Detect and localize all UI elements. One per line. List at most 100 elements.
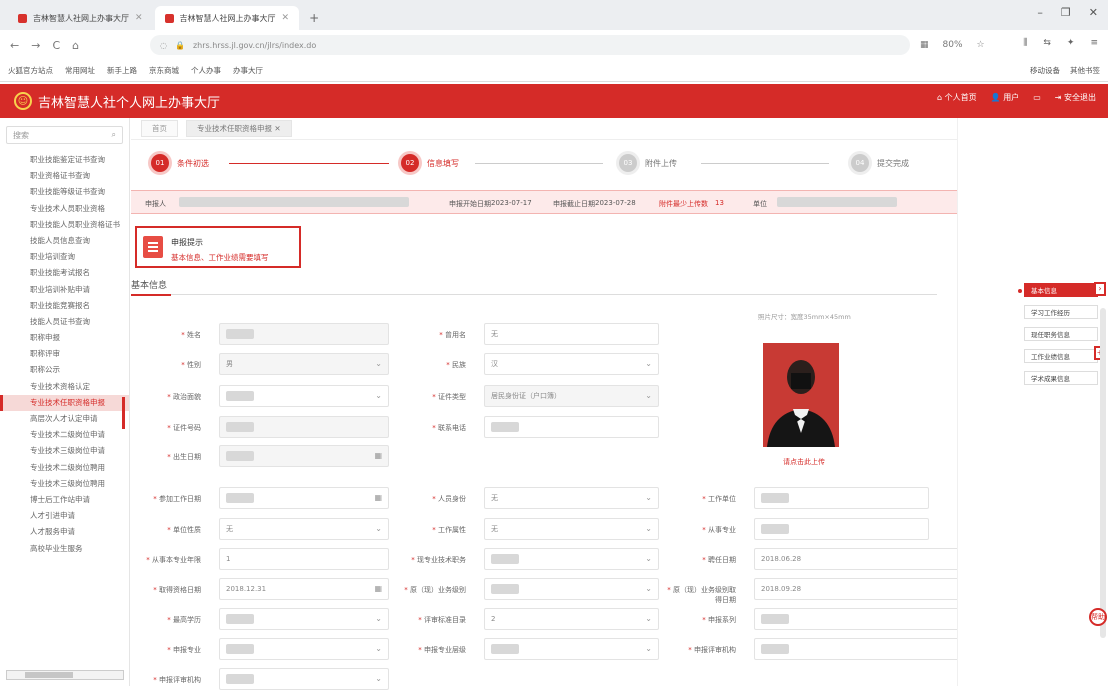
application-tip-card[interactable]: 申报提示 基本信息、工作业绩需要填写 xyxy=(135,226,301,268)
sync-icon[interactable]: ⇆ xyxy=(1043,38,1051,48)
current-title-field[interactable]: ⌄ xyxy=(484,548,659,570)
menu-icon[interactable]: ≡ xyxy=(1090,38,1098,48)
bookmark-star-icon[interactable]: ☆ xyxy=(977,40,985,50)
sidebar-item[interactable]: 人才引进申请 xyxy=(0,508,129,524)
sidebar-item[interactable]: 职业资格证书查询 xyxy=(0,168,129,184)
search-icon[interactable]: ⌕ xyxy=(112,130,116,140)
sidebar-item[interactable]: 技能人员证书查询 xyxy=(0,314,129,330)
sidebar-item[interactable]: 职称申报 xyxy=(0,330,129,346)
sidebar-search[interactable]: 搜索 ⌕ xyxy=(6,126,123,144)
anchor-achievements[interactable]: 工作业绩信息 xyxy=(1024,349,1098,363)
calendar-icon[interactable]: ▦ xyxy=(374,493,382,502)
tab-application[interactable]: 专业技术任职资格申报 ✕ xyxy=(186,120,292,137)
vertical-scrollbar[interactable] xyxy=(1100,308,1106,638)
chevron-down-icon[interactable]: ⌄ xyxy=(645,614,652,623)
id-number-field[interactable] xyxy=(219,416,389,438)
message-icon[interactable]: ▭ xyxy=(1033,93,1041,102)
bookmark-item[interactable]: 常用网址 xyxy=(65,65,95,76)
chevron-down-icon[interactable]: ⌄ xyxy=(375,644,382,653)
sidebar-item[interactable]: 博士后工作站申请 xyxy=(0,492,129,508)
zoom-level[interactable]: 80% xyxy=(943,40,963,50)
chevron-down-icon[interactable]: ⌄ xyxy=(375,359,382,368)
extension-icon[interactable]: ✦ xyxy=(1067,38,1075,48)
education-field[interactable]: ⌄ xyxy=(219,608,389,630)
sidebar-item[interactable]: 职称公示 xyxy=(0,362,129,378)
back-arrow-icon[interactable]: ← xyxy=(10,39,19,52)
home-icon[interactable]: ⌂ xyxy=(72,39,79,52)
user-menu[interactable]: 👤 用户 xyxy=(991,92,1020,103)
qr-icon[interactable]: ▦ xyxy=(920,40,929,50)
chevron-down-icon[interactable]: ⌄ xyxy=(375,391,382,400)
specialty-field[interactable] xyxy=(754,518,929,540)
chevron-down-icon[interactable]: ⌄ xyxy=(375,674,382,683)
unit-nature-field[interactable]: 无 ⌄ xyxy=(219,518,389,540)
sidebar-item[interactable]: 职业技能人员职业资格证书 xyxy=(0,217,129,233)
tab-home[interactable]: 首页 xyxy=(141,120,178,137)
chevron-down-icon[interactable]: ⌄ xyxy=(645,554,652,563)
name-field[interactable] xyxy=(219,323,389,345)
chevron-down-icon[interactable]: ⌄ xyxy=(645,524,652,533)
browser-tab-1[interactable]: 吉林智慧人社网上办事大厅 ✕ xyxy=(8,6,153,30)
new-tab-button[interactable]: + xyxy=(301,6,327,30)
sidebar-item[interactable]: 人才服务申请 xyxy=(0,524,129,540)
close-tab-icon[interactable]: ✕ xyxy=(282,13,290,23)
gender-field[interactable]: 男 ⌄ xyxy=(219,353,389,375)
person-type-field[interactable]: 无 ⌄ xyxy=(484,487,659,509)
anchor-current-post[interactable]: 现任职务信息 xyxy=(1024,327,1098,341)
chevron-down-icon[interactable]: ⌄ xyxy=(645,644,652,653)
close-icon[interactable]: ✕ xyxy=(274,124,280,133)
political-field[interactable]: ⌄ xyxy=(219,385,389,407)
bookmark-item[interactable]: 火狐官方站点 xyxy=(8,65,53,76)
contact-field[interactable] xyxy=(484,416,659,438)
scrollbar-thumb[interactable] xyxy=(25,672,73,678)
sidebar-item[interactable]: 职业培训查询 xyxy=(0,249,129,265)
collapse-toggle-button[interactable]: › xyxy=(1094,282,1106,296)
sidebar-item[interactable]: 高层次人才认定申请 xyxy=(0,411,129,427)
work-category-field[interactable]: 无 ⌄ xyxy=(484,518,659,540)
help-icon[interactable]: 帮助 xyxy=(1089,608,1107,626)
sidebar-item[interactable]: 专业技术资格认定 xyxy=(0,379,129,395)
sidebar-item[interactable]: 专业技术三级岗位聘用 xyxy=(0,476,129,492)
calendar-icon[interactable]: ▦ xyxy=(374,451,382,460)
logout-link[interactable]: ⇥ 安全退出 xyxy=(1055,92,1096,103)
calendar-icon[interactable]: ▦ xyxy=(374,584,382,593)
minimize-button[interactable]: – xyxy=(1037,6,1043,19)
home-link[interactable]: ⌂ 个人首页 xyxy=(937,92,977,103)
bookmark-item[interactable]: 新手上路 xyxy=(107,65,137,76)
years-field[interactable]: 1 xyxy=(219,548,389,570)
bookmark-item[interactable]: 办事大厅 xyxy=(233,65,263,76)
address-bar[interactable]: ◌ 🔒 zhrs.hrss.jl.gov.cn/jlrs/index.do xyxy=(150,35,910,55)
chevron-down-icon[interactable]: ⌄ xyxy=(645,391,652,400)
sidebar-item[interactable]: 技能人员信息查询 xyxy=(0,233,129,249)
sidebar-item[interactable]: 专业技术三级岗位申请 xyxy=(0,443,129,459)
prev-title-field[interactable]: ⌄ xyxy=(484,578,659,600)
anchor-basic-info[interactable]: 基本信息 xyxy=(1024,283,1098,297)
chevron-down-icon[interactable]: ⌄ xyxy=(645,493,652,502)
sidebar-item[interactable]: 职称评审 xyxy=(0,346,129,362)
sidebar-item[interactable]: 职业技能鉴定证书查询 xyxy=(0,152,129,168)
chevron-down-icon[interactable]: ⌄ xyxy=(645,359,652,368)
sidebar-item[interactable]: 高校毕业生服务 xyxy=(0,541,129,557)
chevron-down-icon[interactable]: ⌄ xyxy=(645,584,652,593)
chevron-down-icon[interactable]: ⌄ xyxy=(375,524,382,533)
work-unit-field[interactable] xyxy=(754,487,929,509)
sidebar-item[interactable]: 专业技术二级岗位申请 xyxy=(0,427,129,443)
anchor-academic[interactable]: 学术成果信息 xyxy=(1024,371,1098,385)
bookmark-item[interactable]: 个人办事 xyxy=(191,65,221,76)
nation-field[interactable]: 汉 ⌄ xyxy=(484,353,659,375)
chevron-down-icon[interactable]: ⌄ xyxy=(375,614,382,623)
close-window-button[interactable]: ✕ xyxy=(1089,6,1098,19)
major-level-field[interactable]: ⌄ xyxy=(484,638,659,660)
browser-tab-2[interactable]: 吉林智慧人社网上办事大厅 ✕ xyxy=(154,6,300,30)
sidebar-horizontal-scrollbar[interactable] xyxy=(6,670,124,680)
id-type-field[interactable]: 居民身份证（户口簿） ⌄ xyxy=(484,385,659,407)
former-name-field[interactable]: 无 xyxy=(484,323,659,345)
major-field[interactable]: ⌄ xyxy=(219,638,389,660)
bookmark-item[interactable]: 京东商城 xyxy=(149,65,179,76)
close-tab-icon[interactable]: ✕ xyxy=(135,13,143,23)
birthday-field[interactable]: ▦ xyxy=(219,445,389,467)
bookmark-item[interactable]: 移动设备 xyxy=(1030,65,1060,76)
photo-upload-link[interactable]: 请点击此上传 xyxy=(783,457,825,467)
work-start-field[interactable]: ▦ xyxy=(219,487,389,509)
library-icon[interactable]: ⫼ xyxy=(1023,38,1027,48)
